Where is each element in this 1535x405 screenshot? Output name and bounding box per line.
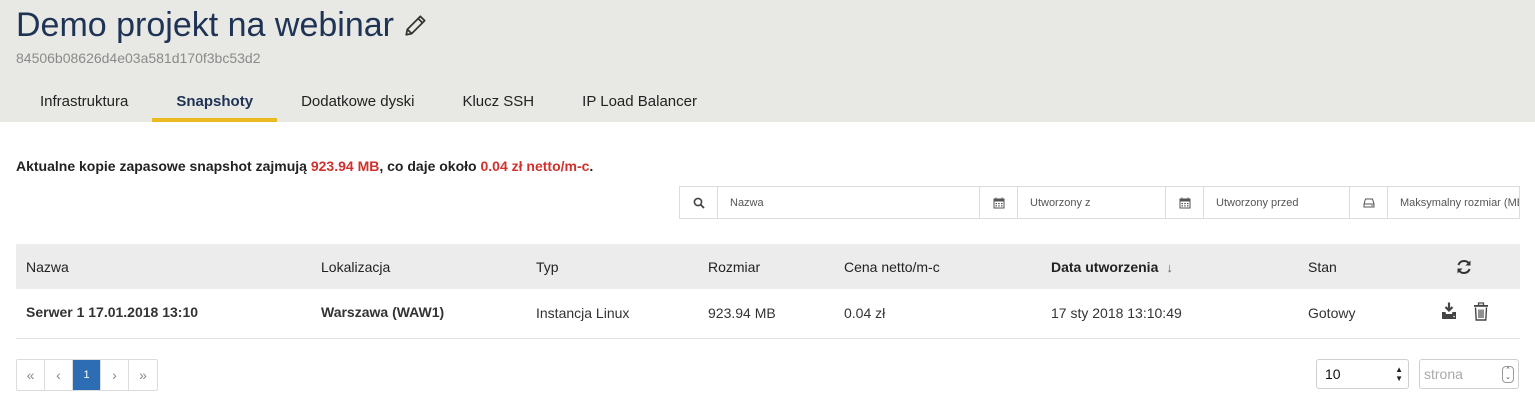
project-tabs: Infrastruktura Snapshoty Dodatkowe dyski…	[16, 84, 721, 122]
created-before-field	[1204, 187, 1350, 218]
hard-drive-icon	[1350, 187, 1388, 218]
summary-prefix: Aktualne kopie zapasowe snapshot zajmują	[16, 158, 311, 174]
snapshots-table: Nazwa Lokalizacja Typ Rozmiar Cena netto…	[16, 244, 1520, 339]
name-filter-field	[718, 187, 980, 218]
select-arrows-icon: ▲ ▼	[1395, 365, 1403, 383]
spinner-icon[interactable]: ⌃ ⌄	[1502, 366, 1514, 383]
column-header-name[interactable]: Nazwa	[16, 244, 311, 289]
column-header-price[interactable]: Cena netto/m-c	[834, 244, 1041, 289]
prev-page-button[interactable]: ‹	[45, 360, 73, 390]
project-title: Demo projekt na webinar	[16, 6, 394, 44]
created-before-input[interactable]	[1216, 196, 1349, 209]
per-page-select[interactable]: 10 ▲ ▼	[1316, 359, 1409, 389]
table-row: Serwer 1 17.01.2018 13:10 Warszawa (WAW1…	[16, 289, 1520, 339]
search-icon	[680, 187, 718, 218]
created-from-field	[1018, 187, 1166, 218]
max-size-field	[1388, 187, 1519, 218]
summary-size: 923.94 MB	[310, 158, 380, 174]
calendar-icon	[980, 187, 1018, 218]
pencil-icon[interactable]	[403, 12, 429, 38]
column-header-actions	[1408, 244, 1520, 289]
name-filter-input[interactable]	[730, 196, 979, 209]
snapshot-created: 17 sty 2018 13:10:49	[1041, 289, 1298, 339]
project-id: 84506b08626d4e03a581d170f3bc53d2	[16, 50, 261, 66]
page-jump-input[interactable]: strona ⌃ ⌄	[1419, 359, 1519, 389]
restore-icon[interactable]	[1439, 301, 1459, 321]
snapshot-size: 923.94 MB	[698, 289, 834, 339]
created-from-input[interactable]	[1030, 196, 1165, 209]
column-header-created-label: Data utworzenia	[1051, 258, 1159, 275]
snapshot-type: Instancja Linux	[526, 289, 698, 339]
first-page-button[interactable]: «	[17, 360, 45, 390]
tab-infrastruktura[interactable]: Infrastruktura	[16, 84, 152, 122]
snapshot-status: Gotowy	[1298, 289, 1408, 339]
tab-ip-load-balancer[interactable]: IP Load Balancer	[558, 84, 721, 122]
arrow-down-icon: ↓	[1166, 259, 1173, 275]
column-header-created[interactable]: Data utworzenia ↓	[1041, 244, 1298, 289]
tab-dodatkowe-dyski[interactable]: Dodatkowe dyski	[277, 84, 438, 122]
project-header: Demo projekt na webinar 84506b08626d4e03…	[0, 0, 1535, 122]
column-header-status[interactable]: Stan	[1298, 244, 1408, 289]
page-1-button[interactable]: 1	[73, 360, 101, 390]
column-header-type[interactable]: Typ	[526, 244, 698, 289]
trash-icon[interactable]	[1473, 302, 1489, 321]
refresh-icon[interactable]	[1455, 258, 1473, 276]
per-page-value: 10	[1325, 366, 1341, 382]
snapshot-price: 0.04 zł	[834, 289, 1041, 339]
filter-bar	[679, 186, 1520, 219]
column-header-location[interactable]: Lokalizacja	[311, 244, 526, 289]
snapshot-location: Warszawa (WAW1)	[311, 289, 526, 339]
table-header-row: Nazwa Lokalizacja Typ Rozmiar Cena netto…	[16, 244, 1520, 289]
row-actions	[1408, 289, 1520, 339]
summary-price: 0.04 zł netto/m-c	[480, 158, 590, 174]
tab-klucz-ssh[interactable]: Klucz SSH	[438, 84, 558, 122]
snapshot-name: Serwer 1 17.01.2018 13:10	[16, 289, 311, 339]
calendar-icon	[1166, 187, 1204, 218]
summary-middle: , co daje około	[379, 158, 481, 174]
summary-suffix: .	[589, 158, 594, 174]
snapshot-usage-summary: Aktualne kopie zapasowe snapshot zajmują…	[16, 158, 593, 174]
pagination: « ‹ 1 › »	[16, 359, 158, 391]
next-page-button[interactable]: ›	[101, 360, 129, 390]
last-page-button[interactable]: »	[129, 360, 157, 390]
tab-snapshoty[interactable]: Snapshoty	[152, 84, 278, 122]
max-size-input[interactable]	[1400, 196, 1519, 209]
page-jump-placeholder: strona	[1424, 366, 1463, 382]
column-header-size[interactable]: Rozmiar	[698, 244, 834, 289]
